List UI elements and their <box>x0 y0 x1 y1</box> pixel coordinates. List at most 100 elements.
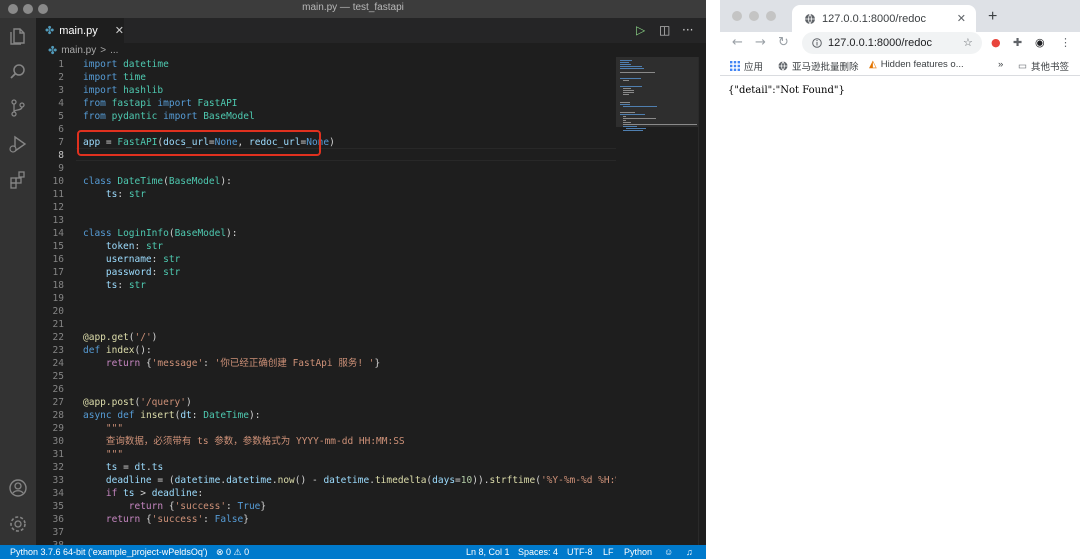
code-line[interactable]: 37 <box>36 526 616 539</box>
code-line[interactable]: 36 return {'success': False} <box>36 513 616 526</box>
code-line[interactable]: 9 <box>36 162 616 175</box>
minimap-line <box>623 94 629 95</box>
code-line[interactable]: 35 return {'success': True} <box>36 500 616 513</box>
search-icon[interactable] <box>8 62 28 82</box>
settings-gear-icon[interactable] <box>8 514 28 534</box>
code-text: username: str <box>105 254 181 265</box>
code-line[interactable]: 22 @app.get('/') <box>36 331 616 344</box>
code-line[interactable]: 24 return {'message': '你已经正确创建 FastApi 服… <box>36 357 616 370</box>
cursor-position[interactable]: Ln 8, Col 1 <box>466 547 510 557</box>
line-number: 31 <box>52 449 64 460</box>
globe-icon <box>778 61 788 71</box>
forward-icon[interactable]: → <box>755 35 766 50</box>
code-line[interactable]: 4 from fastapi import FastAPI <box>36 97 616 110</box>
code-line[interactable]: 15 token: str <box>36 240 616 253</box>
code-line[interactable]: 28 async def insert(dt: DateTime): <box>36 409 616 422</box>
bookmark-apps-label: 应用 <box>744 62 764 73</box>
line-number: 10 <box>52 176 64 187</box>
code-line[interactable]: 1 import datetime <box>36 58 616 71</box>
more-actions-icon[interactable]: ··· <box>682 23 693 37</box>
language-mode[interactable]: Python <box>624 547 652 557</box>
breadcrumb-rest[interactable]: ... <box>110 45 118 56</box>
split-editor-icon[interactable]: ◫ <box>659 23 670 37</box>
code-text: if ts > deadline: <box>105 488 204 499</box>
code-line[interactable]: 29 """ <box>36 422 616 435</box>
account-icon[interactable] <box>8 478 28 498</box>
minimize-window-button[interactable] <box>749 11 759 21</box>
feedback-icon[interactable]: ☺ <box>664 547 673 557</box>
new-tab-icon[interactable]: + <box>988 8 997 26</box>
zoom-window-button[interactable] <box>766 11 776 21</box>
code-line[interactable]: 21 <box>36 318 616 331</box>
line-number: 21 <box>52 319 64 330</box>
bell-icon[interactable]: ♫ <box>686 547 693 557</box>
code-line[interactable]: 11 ts: str <box>36 188 616 201</box>
code-line[interactable]: 19 <box>36 292 616 305</box>
line-number: 32 <box>52 462 64 473</box>
tab-main-py[interactable]: ✤ main.py ✕ <box>36 18 124 43</box>
code-line[interactable]: 2 import time <box>36 71 616 84</box>
code-line[interactable]: 27 @app.post('/query') <box>36 396 616 409</box>
run-icon[interactable]: ▷ <box>636 23 645 37</box>
window-title: main.py — test_fastapi <box>302 2 404 13</box>
code-line[interactable]: 5 from pydantic import BaseModel <box>36 110 616 123</box>
code-line[interactable]: 34 if ts > deadline: <box>36 487 616 500</box>
code-line[interactable]: 3 import hashlib <box>36 84 616 97</box>
code-line[interactable]: 13 <box>36 214 616 227</box>
back-icon[interactable]: ← <box>732 35 743 50</box>
indentation[interactable]: Spaces: 4 <box>518 547 558 557</box>
minimap-line <box>620 68 644 69</box>
url-text[interactable]: 127.0.0.1:8000/redoc <box>828 37 932 49</box>
python-interpreter[interactable]: Python 3.7.6 64-bit ('example_project-wP… <box>10 547 208 557</box>
code-line[interactable]: 16 username: str <box>36 253 616 266</box>
run-debug-icon[interactable] <box>8 134 28 154</box>
code-line[interactable]: 18 ts: str <box>36 279 616 292</box>
minimap-line <box>620 78 641 79</box>
breadcrumb-file[interactable]: main.py <box>61 45 96 56</box>
code-line[interactable]: 31 """ <box>36 448 616 461</box>
code-line[interactable]: 10 class DateTime(BaseModel): <box>36 175 616 188</box>
close-window-button[interactable] <box>732 11 742 21</box>
code-line[interactable]: 17 password: str <box>36 266 616 279</box>
menu-icon[interactable]: ⋮ <box>1060 36 1071 49</box>
code-line[interactable]: 14 class LoginInfo(BaseModel): <box>36 227 616 240</box>
source-control-icon[interactable] <box>8 98 28 118</box>
minimap[interactable] <box>616 57 698 545</box>
code-line[interactable]: 30 查询数据，必须带有 ts 参数，参数格式为 YYYY-mm-dd HH:M… <box>36 435 616 448</box>
code-line[interactable]: 12 <box>36 201 616 214</box>
bookmark-apps[interactable]: 应用 <box>730 59 763 73</box>
address-bar[interactable]: 127.0.0.1:8000/redoc <box>802 32 982 54</box>
reload-icon[interactable]: ↻ <box>778 35 789 50</box>
bookmarks-bar: 应用 亚马逊批量删除 ◭ Hidden features o... » ▭ 其他… <box>720 54 1080 76</box>
extension-icon[interactable]: ● <box>991 36 1001 49</box>
minimap-line <box>620 62 629 63</box>
puzzle-icon[interactable]: ✚ <box>1013 36 1022 49</box>
code-line[interactable]: 32 ts = dt.ts <box>36 461 616 474</box>
files-icon[interactable] <box>8 26 28 46</box>
line-number: 30 <box>52 436 64 447</box>
code-line[interactable]: 23 def index(): <box>36 344 616 357</box>
bookmark-item-2[interactable]: ◭ Hidden features o... <box>869 59 964 70</box>
code-text: def index(): <box>83 345 152 356</box>
end-of-line[interactable]: LF <box>603 547 614 557</box>
bookmarks-overflow[interactable]: » <box>998 59 1003 70</box>
breadcrumb[interactable]: ✤ main.py > ... <box>36 43 706 57</box>
extensions-icon[interactable] <box>8 170 28 190</box>
bookmark-item-1[interactable]: 亚马逊批量删除 <box>778 59 859 73</box>
browser-tab[interactable]: 127.0.0.1:8000/redoc ✕ <box>792 5 976 32</box>
profile-icon[interactable]: ◉ <box>1035 36 1045 49</box>
problems-indicator[interactable]: ⊗ 0 ⚠ 0 <box>216 547 249 558</box>
code-line[interactable]: 33 deadline = (datetime.datetime.now() -… <box>36 474 616 487</box>
code-line[interactable]: 25 <box>36 370 616 383</box>
line-number: 35 <box>52 501 64 512</box>
code-line[interactable]: 26 <box>36 383 616 396</box>
code-text: ts = dt.ts <box>105 462 164 473</box>
minimap-line <box>623 106 657 107</box>
code-line[interactable]: 20 <box>36 305 616 318</box>
close-icon[interactable]: ✕ <box>957 12 966 25</box>
star-icon[interactable]: ☆ <box>963 36 973 49</box>
close-icon[interactable]: ✕ <box>115 24 124 37</box>
encoding[interactable]: UTF-8 <box>567 547 593 557</box>
other-bookmarks[interactable]: ▭ 其他书签 <box>1018 59 1069 74</box>
vertical-scrollbar[interactable] <box>698 57 706 545</box>
